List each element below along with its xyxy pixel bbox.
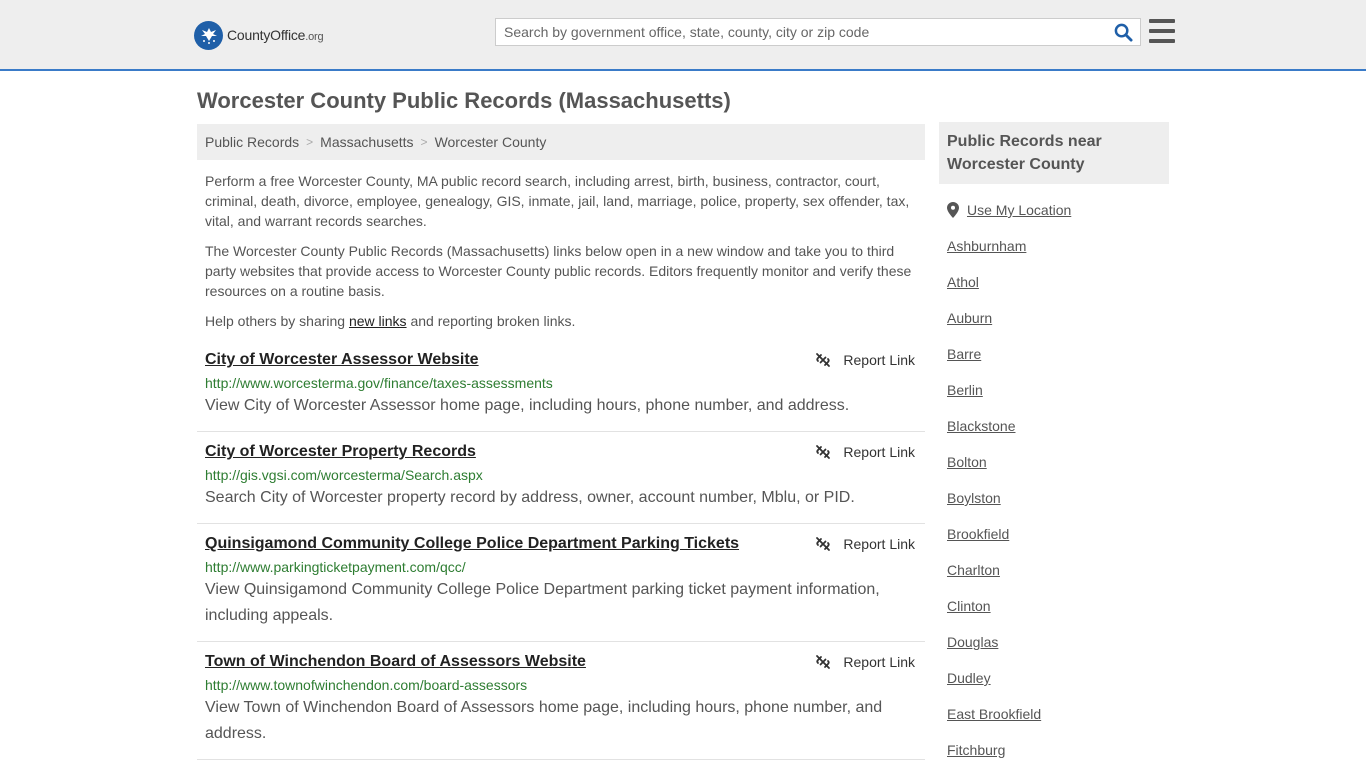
list-item: Town of Winchendon Board of Assessors We… [197, 642, 925, 760]
share-text-after: and reporting broken links. [406, 313, 576, 329]
map-pin-icon [947, 202, 959, 218]
list-item: City of Worcester Property Records http:… [197, 432, 925, 524]
search-input[interactable] [496, 19, 1106, 45]
eagle-seal-icon [194, 20, 223, 50]
menu-bar [1149, 19, 1175, 23]
menu-bar [1149, 39, 1175, 43]
report-link-button[interactable]: Report Link [815, 654, 915, 670]
search-button[interactable] [1106, 19, 1140, 45]
breadcrumb-item-public-records[interactable]: Public Records [205, 134, 299, 150]
logo-tld: .org [305, 31, 324, 43]
use-location-row: Use My Location [947, 200, 1169, 220]
sidebar-item-town[interactable]: Fitchburg [947, 740, 1169, 760]
record-description: View City of Worcester Assessor home pag… [205, 397, 850, 414]
sidebar-item-town[interactable]: Douglas [947, 632, 1169, 652]
sidebar-item-town[interactable]: Barre [947, 344, 1169, 364]
new-links-link[interactable]: new links [349, 313, 407, 329]
record-description: View Quinsigamond Community College Poli… [205, 581, 880, 624]
record-url: http://gis.vgsi.com/worcesterma/Search.a… [205, 467, 483, 483]
report-link-label: Report Link [843, 536, 915, 552]
sidebar-item-town[interactable]: Dudley [947, 668, 1169, 688]
report-link-label: Report Link [843, 444, 915, 460]
search-box [495, 18, 1141, 46]
record-url: http://www.townofwinchendon.com/board-as… [205, 677, 528, 693]
chevron-right-icon: > [306, 135, 314, 149]
logo-main: CountyOffice [227, 27, 306, 43]
sidebar-item-town[interactable]: Clinton [947, 596, 1169, 616]
sidebar-item-town[interactable]: Boylston [947, 488, 1169, 508]
record-title-link[interactable]: City of Worcester Assessor Website [205, 350, 479, 370]
logo-text: CountyOffice.org [227, 27, 324, 43]
sidebar-item-town[interactable]: Bolton [947, 452, 1169, 472]
site-logo[interactable]: CountyOffice.org [194, 20, 324, 50]
page-title: Worcester County Public Records (Massach… [197, 88, 731, 113]
search-icon [1114, 23, 1133, 42]
chevron-right-icon: > [420, 135, 428, 149]
broken-link-icon [816, 445, 831, 459]
sidebar-item-town[interactable]: Brookfield [947, 524, 1169, 544]
record-url: http://www.parkingticketpayment.com/qcc/ [205, 559, 466, 575]
report-link-button[interactable]: Report Link [815, 536, 915, 552]
record-list: City of Worcester Assessor Website http:… [197, 340, 925, 760]
menu-bar [1149, 29, 1175, 33]
sidebar-item-town[interactable]: Blackstone [947, 416, 1169, 436]
broken-link-icon [816, 353, 831, 367]
sidebar-item-town[interactable]: Auburn [947, 308, 1169, 328]
record-url: http://www.worcesterma.gov/finance/taxes… [205, 375, 553, 391]
sidebar-item-town[interactable]: Ashburnham [947, 236, 1169, 256]
report-link-button[interactable]: Report Link [815, 352, 915, 368]
sidebar-item-town[interactable]: Charlton [947, 560, 1169, 580]
record-title-link[interactable]: Town of Winchendon Board of Assessors We… [205, 652, 586, 672]
hamburger-menu-icon[interactable] [1149, 19, 1175, 43]
record-description: Search City of Worcester property record… [205, 489, 855, 506]
breadcrumb: Public Records > Massachusetts > Worcest… [197, 124, 925, 160]
report-link-label: Report Link [843, 352, 915, 368]
record-title-link[interactable]: Quinsigamond Community College Police De… [205, 534, 739, 554]
share-text-before: Help others by sharing [205, 313, 349, 329]
breadcrumb-item-current: Worcester County [434, 134, 547, 150]
site-header: CountyOffice.org [0, 0, 1366, 71]
share-links-note: Help others by sharing new links and rep… [205, 311, 917, 331]
broken-link-icon [816, 537, 831, 551]
record-title-link[interactable]: City of Worcester Property Records [205, 442, 476, 462]
report-link-label: Report Link [843, 654, 915, 670]
sidebar-item-town[interactable]: Athol [947, 272, 1169, 292]
sidebar-item-town[interactable]: East Brookfield [947, 704, 1169, 724]
sidebar-item-town[interactable]: Berlin [947, 380, 1169, 400]
nearby-towns-list: Use My Location Ashburnham Athol Auburn … [947, 200, 1169, 760]
intro-paragraph: Perform a free Worcester County, MA publ… [205, 173, 910, 229]
broken-link-icon [816, 655, 831, 669]
record-description: View Town of Winchendon Board of Assesso… [205, 699, 883, 742]
intro-text: Perform a free Worcester County, MA publ… [205, 171, 917, 341]
list-item: Quinsigamond Community College Police De… [197, 524, 925, 642]
intro-paragraph: The Worcester County Public Records (Mas… [205, 243, 912, 299]
use-my-location-link[interactable]: Use My Location [967, 202, 1071, 218]
breadcrumb-item-massachusetts[interactable]: Massachusetts [320, 134, 413, 150]
sidebar-heading: Public Records near Worcester County [939, 122, 1169, 184]
report-link-button[interactable]: Report Link [815, 444, 915, 460]
list-item: City of Worcester Assessor Website http:… [197, 340, 925, 432]
